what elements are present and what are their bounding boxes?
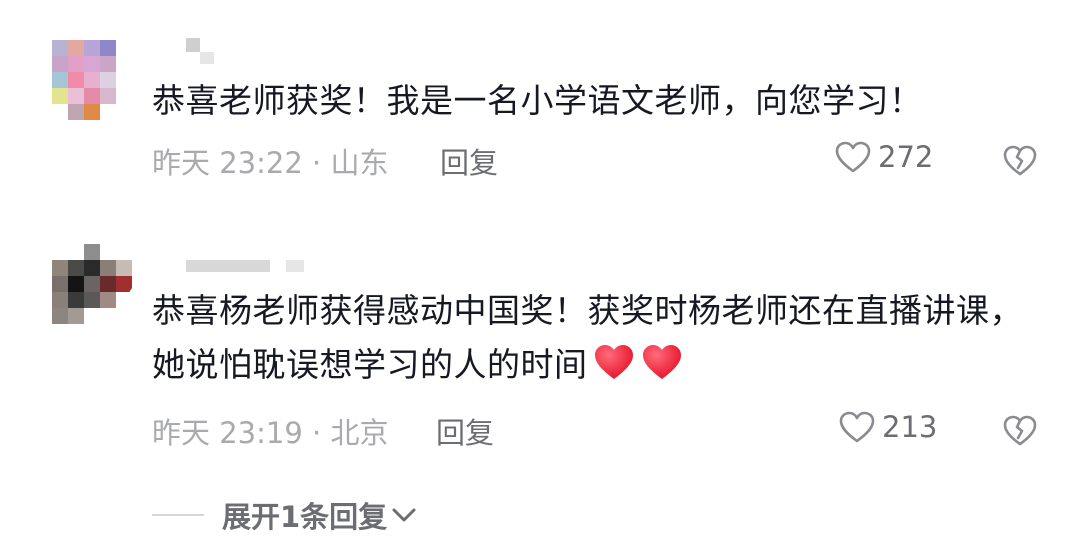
like-count: 272: [878, 140, 934, 174]
expand-replies-label: 展开1条回复: [222, 500, 388, 534]
divider: [152, 514, 204, 516]
avatar[interactable]: [52, 40, 132, 120]
like-button[interactable]: 213: [838, 410, 937, 444]
username-redacted: [200, 52, 214, 64]
heart-outline-icon: [835, 141, 871, 173]
reply-button[interactable]: 回复: [436, 410, 494, 452]
comment-text: 恭喜杨老师获得感动中国奖！获奖时杨老师还在直播讲课，她说怕耽误想学习的人的时间: [152, 284, 1032, 392]
chevron-down-icon: [392, 508, 416, 522]
expand-replies-button[interactable]: 展开1条回复: [152, 494, 417, 536]
broken-heart-icon[interactable]: [1002, 144, 1038, 178]
like-count: 213: [882, 410, 938, 444]
comment-text: 恭喜老师获奖！我是一名小学语文老师，向您学习！: [152, 81, 923, 120]
avatar[interactable]: [52, 244, 132, 324]
heart-outline-icon: [839, 411, 875, 443]
comment-meta: 昨天 23:19 · 北京: [152, 416, 389, 450]
broken-heart-icon[interactable]: [1002, 414, 1038, 448]
red-heart-emoji: [642, 345, 681, 379]
reply-button[interactable]: 回复: [440, 140, 498, 182]
red-heart-emoji: [594, 345, 633, 379]
username-redacted[interactable]: [186, 38, 200, 52]
username-redacted: [286, 260, 304, 272]
like-button[interactable]: 272: [834, 140, 933, 174]
comment-text-body: 恭喜杨老师获得感动中国奖！获奖时杨老师还在直播讲课，她说怕耽误想学习的人的时间: [152, 291, 1023, 384]
username-redacted[interactable]: [186, 260, 270, 272]
comment-meta: 昨天 23:22 · 山东: [152, 146, 389, 180]
